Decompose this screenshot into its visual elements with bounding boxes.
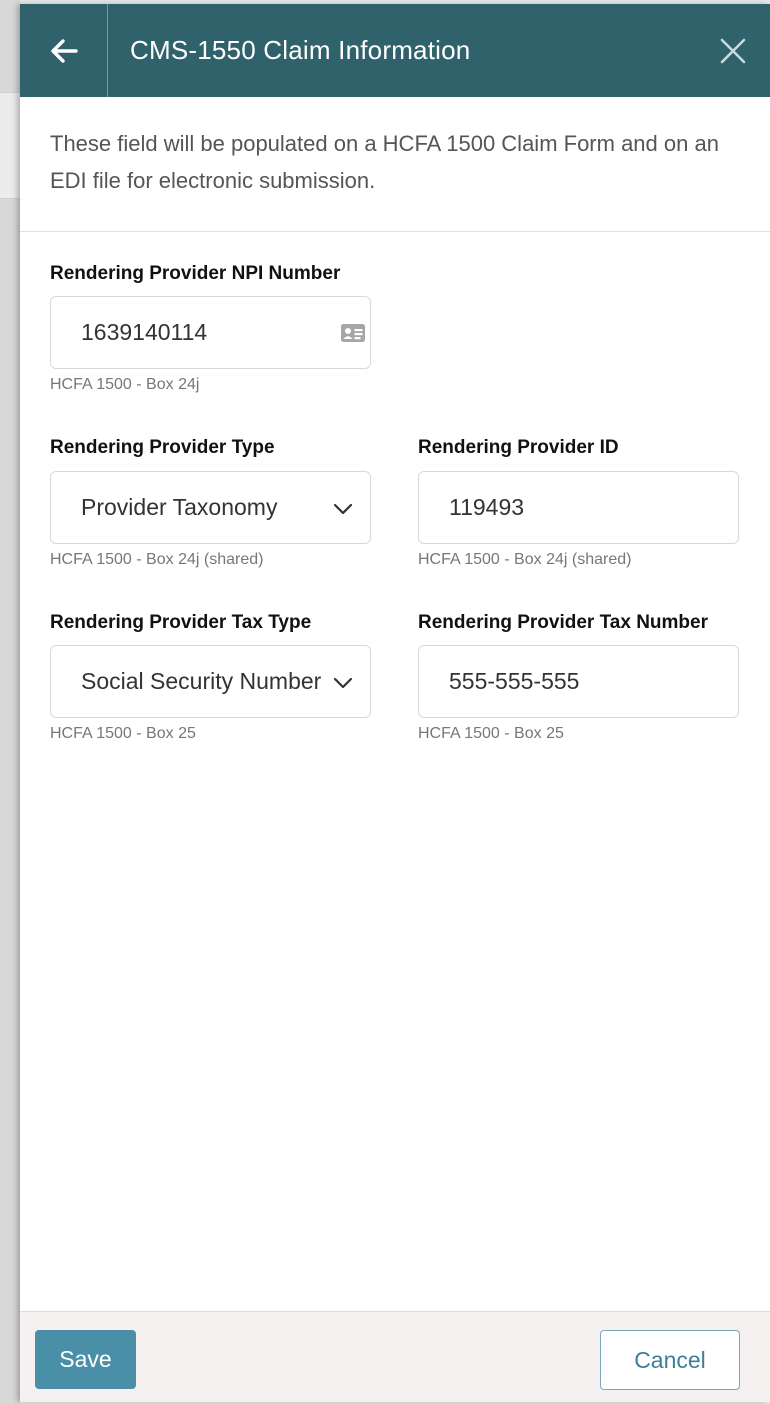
tax-type-value: Social Security Number: [81, 668, 321, 694]
back-button[interactable]: [20, 4, 108, 97]
tax-type-hint: HCFA 1500 - Box 25: [50, 725, 196, 742]
background-page: [0, 0, 20, 1404]
provider-type-value: Provider Taxonomy: [81, 494, 278, 520]
chevron-down-icon: [333, 677, 353, 689]
tax-type-label: Rendering Provider Tax Type: [50, 612, 312, 633]
provider-id-field[interactable]: [418, 471, 739, 544]
panel-header: CMS-1550 Claim Information: [20, 4, 770, 97]
panel-title: CMS-1550 Claim Information: [130, 35, 471, 65]
tax-type-select[interactable]: Social Security Number: [50, 645, 371, 718]
id-card-icon[interactable]: [340, 321, 366, 345]
arrow-left-icon: [50, 38, 78, 63]
npi-label: Rendering Provider NPI Number: [50, 263, 341, 284]
intro-text: These field will be populated on a HCFA …: [50, 131, 719, 193]
npi-field[interactable]: [50, 296, 371, 369]
background-page-row: [0, 92, 20, 199]
save-button[interactable]: Save: [35, 1330, 136, 1389]
close-icon: [720, 38, 746, 64]
chevron-down-icon: [333, 503, 353, 515]
provider-type-hint: HCFA 1500 - Box 24j (shared): [50, 551, 264, 568]
provider-id-hint: HCFA 1500 - Box 24j (shared): [418, 551, 632, 568]
close-button[interactable]: [718, 36, 748, 66]
tax-number-hint: HCFA 1500 - Box 25: [418, 725, 564, 742]
npi-hint: HCFA 1500 - Box 24j: [50, 376, 200, 393]
section-divider: [20, 231, 770, 232]
tax-number-label: Rendering Provider Tax Number: [418, 612, 708, 633]
provider-id-input[interactable]: [449, 472, 699, 543]
claim-info-panel: CMS-1550 Claim Information These field w…: [20, 4, 770, 1402]
tax-number-input[interactable]: [449, 646, 699, 717]
provider-id-label: Rendering Provider ID: [418, 437, 619, 458]
panel-footer: Save Cancel: [20, 1311, 770, 1402]
provider-type-select[interactable]: Provider Taxonomy: [50, 471, 371, 544]
tax-number-field[interactable]: [418, 645, 739, 718]
cancel-button[interactable]: Cancel: [600, 1330, 740, 1390]
npi-input[interactable]: [81, 297, 331, 368]
provider-type-label: Rendering Provider Type: [50, 437, 275, 458]
